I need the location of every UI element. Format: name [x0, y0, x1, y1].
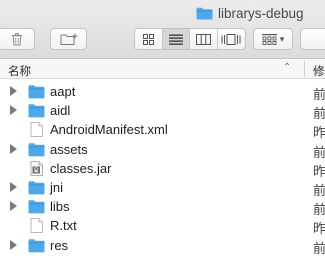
- folder-icon: [28, 142, 45, 156]
- file-date: 昨: [313, 125, 325, 141]
- file-row[interactable]: classes.jar 昨: [0, 159, 325, 179]
- jar-file-icon: [30, 160, 43, 176]
- file-row[interactable]: jni 前: [0, 178, 325, 198]
- window-title-text: librarys-debug: [218, 5, 304, 21]
- file-name: libs: [50, 199, 70, 215]
- file-date: 前: [313, 240, 325, 256]
- file-name: assets: [50, 141, 88, 157]
- column-divider[interactable]: [304, 61, 305, 77]
- view-mode-control[interactable]: [134, 28, 246, 50]
- folder-icon: [196, 7, 213, 19]
- file-row[interactable]: res 前: [0, 236, 325, 256]
- column-header-name[interactable]: 名称: [8, 63, 31, 79]
- action-button[interactable]: [300, 28, 325, 50]
- file-row[interactable]: aapt 前: [0, 82, 325, 102]
- list-view-button[interactable]: [162, 29, 190, 49]
- file-name: aapt: [50, 84, 76, 99]
- column-header-date[interactable]: 修: [313, 63, 325, 79]
- arrange-grid-icon: [261, 33, 277, 45]
- icon-view-button[interactable]: [135, 29, 163, 49]
- folder-icon: [28, 238, 45, 252]
- disclosure-triangle-icon[interactable]: [10, 181, 17, 192]
- file-date: 前: [313, 87, 325, 102]
- file-name: jni: [50, 179, 64, 195]
- window-title: librarys-debug: [196, 4, 304, 22]
- column-view-button[interactable]: [190, 29, 218, 49]
- file-row[interactable]: AndroidManifest.xml 昨: [0, 120, 325, 141]
- file-date: 前: [313, 182, 325, 198]
- file-row[interactable]: aidl 前: [0, 101, 325, 122]
- document-icon: [30, 218, 43, 234]
- folder-icon: [28, 200, 45, 214]
- column-view-icon: [195, 33, 211, 45]
- disclosure-triangle-icon[interactable]: [10, 143, 17, 154]
- new-folder-button[interactable]: [50, 28, 87, 50]
- file-name: classes.jar: [50, 160, 112, 176]
- file-date: 昨: [313, 221, 325, 237]
- disclosure-triangle-icon[interactable]: [10, 86, 17, 96]
- new-folder-icon: [60, 33, 77, 45]
- file-row[interactable]: assets 前: [0, 140, 325, 160]
- file-name: R.txt: [50, 218, 77, 234]
- file-date: 前: [313, 144, 325, 160]
- file-name: res: [50, 237, 69, 253]
- arrange-dropdown[interactable]: ▾: [253, 28, 293, 50]
- list-view-icon: [168, 34, 183, 45]
- sort-indicator-icon: ⌃: [283, 62, 292, 73]
- file-name: AndroidManifest.xml: [50, 122, 168, 138]
- folder-icon: [28, 181, 45, 195]
- trash-icon: [11, 32, 22, 45]
- chevron-down-icon: ▾: [279, 33, 285, 44]
- file-date: 昨: [313, 163, 325, 179]
- window-toolbar: librarys-debug ▾: [0, 0, 325, 59]
- file-date: 前: [313, 106, 325, 122]
- file-row[interactable]: libs 前: [0, 197, 325, 218]
- file-list: aapt 前 aidl 前 AndroidManifest.xml 昨 assets 前 cla…: [0, 82, 325, 256]
- document-icon: [30, 122, 43, 138]
- disclosure-triangle-icon[interactable]: [10, 239, 17, 250]
- cover-flow-button[interactable]: [218, 29, 245, 49]
- folder-icon: [28, 104, 45, 118]
- disclosure-triangle-icon[interactable]: [10, 105, 17, 116]
- file-row[interactable]: R.txt 昨: [0, 216, 325, 237]
- column-header: 名称 ⌃ 修: [0, 59, 325, 79]
- file-name: aidl: [50, 103, 71, 119]
- folder-icon: [28, 85, 45, 99]
- file-date: 前: [313, 202, 325, 218]
- disclosure-triangle-icon[interactable]: [10, 201, 17, 212]
- trash-button[interactable]: [0, 28, 35, 50]
- cover-flow-icon: [221, 33, 241, 45]
- icon-view-icon: [142, 33, 154, 45]
